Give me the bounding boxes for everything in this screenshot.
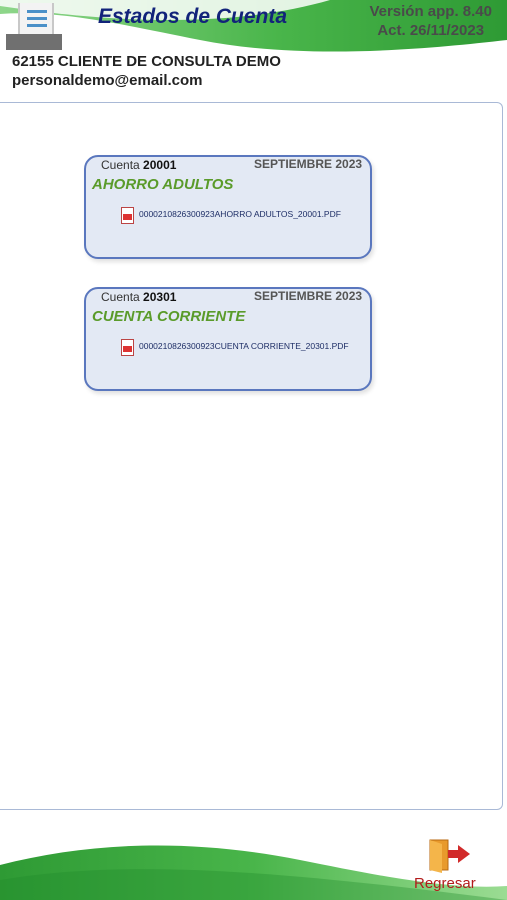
back-label: Regresar xyxy=(414,875,476,892)
account-type: CUENTA CORRIENTE xyxy=(92,308,246,325)
hamburger-menu-icon xyxy=(18,3,54,36)
pdf-file-icon xyxy=(121,339,134,356)
pdf-file-icon xyxy=(121,207,134,224)
client-email: personaldemo@email.com xyxy=(12,72,203,89)
account-card[interactable]: Cuenta 20301 SEPTIEMBRE 2023 CUENTA CORR… xyxy=(84,287,372,391)
account-number: Cuenta 20301 xyxy=(101,290,177,304)
version-update-date: Act. 26/11/2023 xyxy=(377,22,485,39)
menu-button-base xyxy=(6,34,62,50)
client-name: 62155 CLIENTE DE CONSULTA DEMO xyxy=(12,53,281,70)
version-app: Versión app. 8.40 xyxy=(369,3,492,20)
statement-file-name: 0000210826300923CUENTA CORRIENTE_20301.P… xyxy=(139,341,349,351)
page-title: Estados de Cuenta xyxy=(98,5,288,28)
statement-period: SEPTIEMBRE 2023 xyxy=(254,157,363,171)
exit-door-icon xyxy=(429,839,470,873)
account-card[interactable]: Cuenta 20001 SEPTIEMBRE 2023 AHORRO ADUL… xyxy=(84,155,372,259)
back-button[interactable]: Regresar xyxy=(412,838,492,896)
account-type: AHORRO ADULTOS xyxy=(92,176,234,193)
menu-button[interactable] xyxy=(6,3,62,50)
statement-period: SEPTIEMBRE 2023 xyxy=(254,289,363,303)
statement-file-name: 0000210826300923AHORRO ADULTOS_20001.PDF xyxy=(139,209,341,219)
version-info: Versión app. 8.40 Act. 26/11/2023 xyxy=(369,2,492,40)
account-number: Cuenta 20001 xyxy=(101,158,177,172)
